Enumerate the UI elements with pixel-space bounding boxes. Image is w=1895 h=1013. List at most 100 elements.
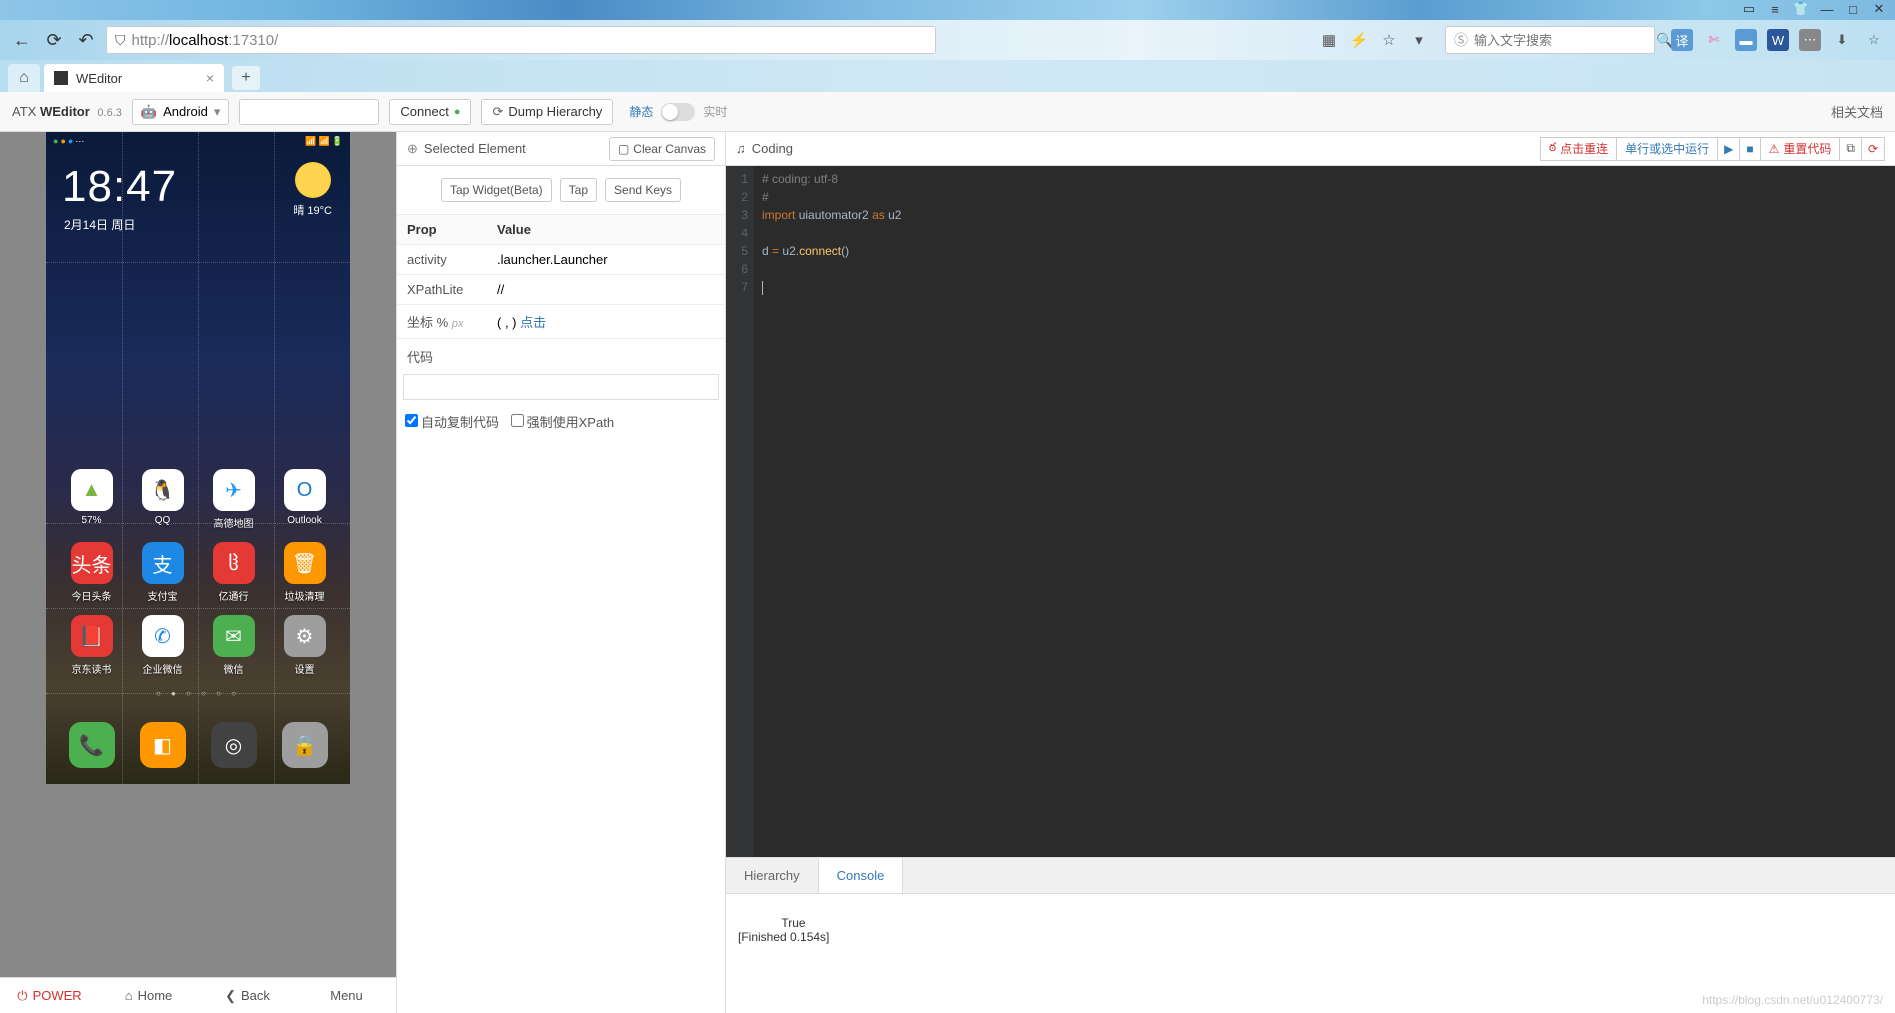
run-line-button[interactable]: 单行或选中运行 (1617, 137, 1718, 161)
docs-link[interactable]: 相关文档 (1831, 102, 1883, 121)
clear-canvas-button[interactable]: ▢Clear Canvas (609, 137, 715, 161)
favorite-icon[interactable]: ☆ (1379, 31, 1399, 49)
mode-toggle[interactable] (661, 103, 695, 121)
reconnect-button[interactable]: ఠ点击重连 (1540, 137, 1617, 161)
download-icon[interactable]: ⬇ (1831, 29, 1853, 51)
app-设置[interactable]: ⚙设置 (273, 615, 336, 676)
chevron-down-icon: ▾ (214, 104, 221, 120)
translate-ext-icon[interactable]: 译 (1671, 29, 1693, 51)
app-QQ[interactable]: 🐧QQ (131, 469, 194, 530)
play-button[interactable]: ▶ (1718, 137, 1740, 161)
ext-1-icon[interactable]: ▬ (1735, 29, 1757, 51)
copy-code-button[interactable]: ⧉ (1840, 137, 1862, 161)
tab-weditor[interactable]: WEditor × (44, 64, 224, 92)
app-label: 高德地图 (202, 515, 265, 530)
code-label: 代码 (397, 339, 725, 374)
device-input[interactable] (239, 99, 379, 125)
reload-code-button[interactable]: ⟳ (1862, 137, 1885, 161)
app-57%[interactable]: ▲57% (60, 469, 123, 530)
app-微信[interactable]: ✉微信 (202, 615, 265, 676)
value-coord: ( , ) 点击 (487, 305, 725, 339)
console-output: True [Finished 0.154s] https://blog.csdn… (726, 893, 1895, 1013)
window-maximize-icon[interactable]: □ (1845, 2, 1861, 16)
dump-hierarchy-button[interactable]: ⟳ Dump Hierarchy (481, 99, 613, 125)
search-input[interactable] (1474, 33, 1650, 48)
window-menu-icon[interactable]: ≡ (1767, 2, 1783, 16)
th-prop: Prop (397, 215, 487, 245)
home-button[interactable]: ⌂Home (99, 978, 198, 1013)
app-支付宝[interactable]: 支支付宝 (131, 542, 194, 603)
app-label: 今日头条 (60, 588, 123, 603)
menu-button[interactable]: Menu (297, 978, 396, 1013)
app-今日头条[interactable]: 头条今日头条 (60, 542, 123, 603)
coord-click-link[interactable]: 点击 (520, 315, 546, 330)
platform-select[interactable]: 🤖 Android ▾ (132, 99, 230, 125)
app-label: 垃圾清理 (273, 588, 336, 603)
phone-screen[interactable]: ●●●⋯ 📶📶🔋 18:47 2月14日 周日 晴 19°C ▲57%🐧QQ✈高… (46, 132, 350, 784)
dock-app-icon[interactable]: ◎ (211, 722, 257, 768)
watermark: https://blog.csdn.net/u012400773/ (1702, 993, 1883, 1007)
search-box[interactable]: Ⓢ 🔍 (1445, 26, 1655, 54)
back-button[interactable]: ❮Back (198, 978, 297, 1013)
chevron-down-icon[interactable]: ▾ (1409, 31, 1429, 49)
connect-button[interactable]: Connect ● (389, 99, 471, 125)
tap-button[interactable]: Tap (560, 178, 597, 202)
app-垃圾清理[interactable]: 🗑垃圾清理 (273, 542, 336, 603)
dock-app-icon[interactable]: ◧ (140, 722, 186, 768)
window-close-icon[interactable]: ✕ (1871, 2, 1887, 16)
app-高德地图[interactable]: ✈高德地图 (202, 469, 265, 530)
app-icon: ჱ (213, 542, 255, 584)
tap-widget-button[interactable]: Tap Widget(Beta) (441, 178, 552, 202)
word-ext-icon[interactable]: W (1767, 29, 1789, 51)
home-tab-icon[interactable]: ⌂ (8, 64, 40, 92)
stop-button[interactable]: ■ (1740, 137, 1760, 161)
code-box[interactable] (403, 374, 719, 400)
date: 2月14日 周日 (64, 216, 135, 233)
code-editor[interactable]: 1234567 # coding: utf-8#import uiautomat… (726, 166, 1895, 857)
scissors-ext-icon[interactable]: ✄ (1703, 29, 1725, 51)
app-icon: ✉ (213, 615, 255, 657)
app-亿通行[interactable]: ჱ亿通行 (202, 542, 265, 603)
app-toolbar: ATX WEditor 0.6.3 🤖 Android ▾ Connect ● … (0, 92, 1895, 132)
target-icon: ⊕ (407, 141, 418, 157)
star-ext-icon[interactable]: ☆ (1863, 29, 1885, 51)
window-layout-icon[interactable]: ▭ (1741, 2, 1757, 16)
new-tab-icon[interactable]: + (232, 66, 260, 90)
force-xpath-checkbox[interactable]: 强制使用XPath (511, 412, 614, 431)
tab-hierarchy[interactable]: Hierarchy (726, 858, 819, 893)
app-icon: 头条 (71, 542, 113, 584)
url-bar[interactable]: ⛉ http://localhost:17310/ (106, 26, 936, 54)
app-icon: 支 (142, 542, 184, 584)
android-icon: 🤖 (141, 104, 157, 120)
plug-icon: ఠ (1549, 140, 1556, 157)
dock-app-icon[interactable]: 📞 (69, 722, 115, 768)
th-value: Value (487, 215, 725, 245)
reload-icon[interactable]: ⟳ (42, 28, 66, 52)
undo-icon[interactable]: ↶ (74, 28, 98, 52)
app-icon: ⚙ (284, 615, 326, 657)
qr-icon[interactable]: ▦ (1319, 31, 1339, 49)
app-icon: 📕 (71, 615, 113, 657)
ext-dots-icon[interactable]: ⋯ (1799, 29, 1821, 51)
app-icon: ✆ (142, 615, 184, 657)
app-Outlook[interactable]: OOutlook (273, 469, 336, 530)
auto-copy-checkbox[interactable]: 自动复制代码 (405, 412, 499, 431)
app-label: 京东读书 (60, 661, 123, 676)
tab-console[interactable]: Console (819, 858, 904, 894)
music-note-icon: ♫ (736, 141, 746, 156)
send-keys-button[interactable]: Send Keys (605, 178, 681, 202)
app-企业微信[interactable]: ✆企业微信 (131, 615, 194, 676)
reset-code-button[interactable]: ⚠重置代码 (1761, 137, 1841, 161)
lightning-icon[interactable]: ⚡ (1349, 31, 1369, 49)
back-icon[interactable]: ← (10, 28, 34, 52)
app-京东读书[interactable]: 📕 京东读书 (60, 615, 123, 676)
refresh-icon: ⟳ (492, 104, 503, 120)
power-button[interactable]: ⏻POWER (0, 978, 99, 1013)
center-panel: ⊕ Selected Element ▢Clear Canvas Tap Wid… (396, 132, 726, 1013)
window-skin-icon[interactable]: 👕 (1793, 2, 1809, 16)
selected-element-title: Selected Element (424, 141, 526, 156)
tab-close-icon[interactable]: × (206, 70, 214, 86)
window-minimize-icon[interactable]: — (1819, 2, 1835, 16)
dock-app-icon[interactable]: 🔒 (282, 722, 328, 768)
power-icon: ⏻ (17, 988, 27, 1004)
